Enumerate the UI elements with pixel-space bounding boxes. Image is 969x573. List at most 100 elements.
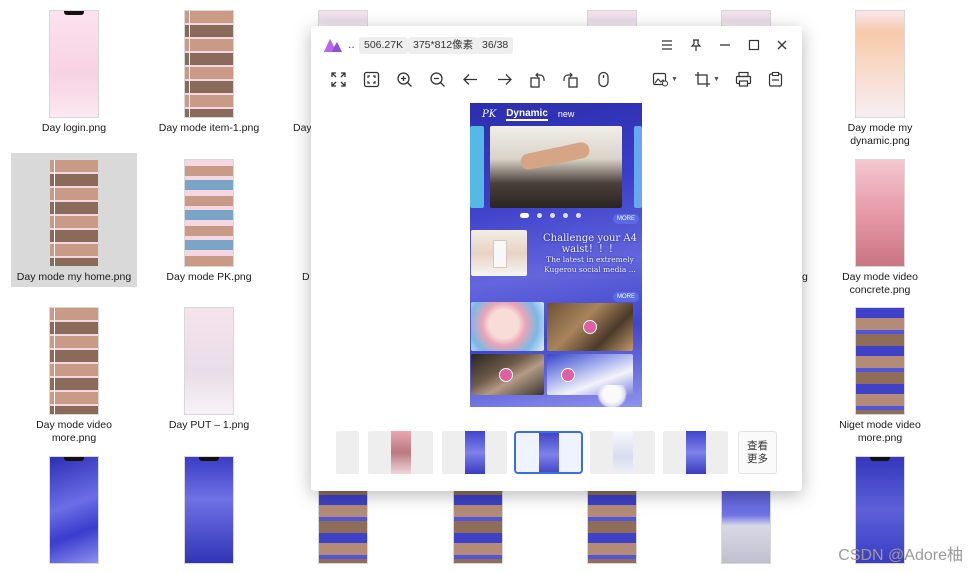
file-name: Day mode item-1.png xyxy=(158,122,260,134)
file-thumbnail xyxy=(184,10,234,118)
previous-button[interactable] xyxy=(459,68,481,90)
strip-thumbnail-image xyxy=(538,433,559,472)
chevron-down-icon: ▼ xyxy=(671,75,678,83)
image-viewer-window: .. 506.27K 375*812像素 36/38 ▼ ▼ PK Dynami… xyxy=(311,26,802,491)
print-button[interactable] xyxy=(732,68,754,90)
file-name: Day mode video more.png xyxy=(36,419,112,444)
title-ellipsis: .. xyxy=(348,37,355,51)
chevron-down-icon: ▼ xyxy=(713,75,720,83)
play-icon xyxy=(499,368,513,382)
strip-thumbnail-image xyxy=(612,431,633,474)
image-grid-photo xyxy=(471,354,544,395)
image-pager-dots xyxy=(510,211,590,219)
file-name: Day mode PK.png xyxy=(166,271,252,283)
file-tile[interactable]: Niget mode video more.png xyxy=(817,301,943,447)
zoom-in-button[interactable] xyxy=(393,68,415,90)
file-thumbnail xyxy=(49,456,99,564)
file-thumbnail xyxy=(855,307,905,415)
close-button[interactable] xyxy=(773,36,791,54)
file-thumbnail xyxy=(49,159,99,267)
file-thumbnail xyxy=(855,159,905,267)
strip-thumbnail[interactable] xyxy=(663,431,728,474)
crop-icon xyxy=(695,71,711,87)
file-tile[interactable]: Day login.png xyxy=(11,4,137,150)
zoom-out-icon xyxy=(429,71,445,87)
file-name: Day mode video concrete.png xyxy=(842,271,918,296)
dimensions-badge: 375*812像素 xyxy=(408,37,479,54)
app-logo-icon xyxy=(324,39,342,52)
viewer-toolbar: ▼ ▼ xyxy=(311,66,802,94)
image-more-tag: MORE xyxy=(613,292,639,302)
fit-window-button[interactable] xyxy=(360,68,382,90)
crop-dropdown[interactable]: ▼ xyxy=(693,68,721,90)
image-promo-line: The latest in extremely xyxy=(546,255,634,264)
file-name: Day PUT – 1.png xyxy=(168,419,250,431)
file-tile[interactable]: Day mode PK.png xyxy=(146,153,272,299)
watermark-text: CSDN @Adore柚 xyxy=(838,547,963,564)
strip-thumbnail[interactable] xyxy=(368,431,433,474)
rotate-left-button[interactable] xyxy=(526,68,548,90)
image-decoration xyxy=(595,385,629,407)
fullscreen-icon xyxy=(330,71,346,87)
minimize-button[interactable] xyxy=(716,36,734,54)
strip-thumbnail-active[interactable] xyxy=(514,431,583,474)
arrow-right-icon xyxy=(497,73,512,85)
file-tile[interactable]: Day PUT – 1.png xyxy=(146,301,272,447)
zoom-in-icon xyxy=(396,71,412,87)
rotate-right-icon xyxy=(562,72,578,88)
menu-button[interactable] xyxy=(658,36,676,54)
image-promo-title: waist！！！ xyxy=(561,244,619,255)
pin-button[interactable] xyxy=(687,36,705,54)
maximize-icon xyxy=(748,39,760,51)
image-grid-photo xyxy=(471,302,544,351)
image-tab-new: new xyxy=(557,109,575,119)
strip-thumbnail[interactable] xyxy=(336,431,359,474)
displayed-image[interactable]: PK Dynamic new MORE Challenge your A4 wa… xyxy=(470,103,642,407)
file-tile-selected[interactable]: Day mode my home.png xyxy=(11,153,137,287)
image-options-dropdown[interactable]: ▼ xyxy=(651,68,679,90)
next-button[interactable] xyxy=(493,68,515,90)
file-tile[interactable] xyxy=(146,450,272,573)
strip-thumbnail-image xyxy=(464,431,485,474)
pin-icon xyxy=(690,39,702,51)
file-thumbnail xyxy=(49,10,99,118)
file-name-partial: Day xyxy=(293,122,312,134)
file-tile[interactable] xyxy=(11,450,137,573)
file-name: Day login.png xyxy=(41,122,107,134)
file-tile[interactable]: Day mode item-1.png xyxy=(146,4,272,150)
minimize-icon xyxy=(720,44,730,46)
file-tile[interactable] xyxy=(683,4,809,28)
file-tile[interactable] xyxy=(549,4,675,28)
file-thumbnail xyxy=(184,307,234,415)
file-name: Day mode my dynamic.png xyxy=(847,122,913,147)
view-more-label: 查看 xyxy=(747,439,768,452)
image-carousel-main xyxy=(490,126,622,208)
rotate-left-icon xyxy=(529,72,545,88)
file-tile[interactable] xyxy=(280,4,406,28)
file-tile[interactable]: Day mode my dynamic.png xyxy=(817,4,943,150)
image-promo-title: Challenge your A4 xyxy=(543,233,637,244)
file-name-partial: D xyxy=(302,271,310,283)
rotate-right-button[interactable] xyxy=(559,68,581,90)
fullscreen-button[interactable] xyxy=(327,68,349,90)
file-name: Day mode my home.png xyxy=(16,271,132,283)
mouse-mode-button[interactable] xyxy=(592,68,614,90)
image-tab-dynamic: Dynamic xyxy=(506,107,548,121)
printer-icon xyxy=(735,71,751,87)
file-tile[interactable]: Day mode video concrete.png xyxy=(817,153,943,299)
strip-thumbnail[interactable] xyxy=(590,431,655,474)
save-button[interactable] xyxy=(764,68,786,90)
zoom-out-button[interactable] xyxy=(426,68,448,90)
arrow-left-icon xyxy=(462,73,477,85)
maximize-button[interactable] xyxy=(745,36,763,54)
mouse-icon xyxy=(597,71,609,87)
file-thumbnail xyxy=(49,307,99,415)
position-badge: 36/38 xyxy=(477,37,514,54)
file-tile[interactable]: Day mode video more.png xyxy=(11,301,137,447)
title-bar[interactable]: .. 506.27K 375*812像素 36/38 xyxy=(311,26,802,64)
clipboard-save-icon xyxy=(768,71,782,87)
strip-thumbnail[interactable] xyxy=(442,431,507,474)
file-thumbnail xyxy=(855,10,905,118)
view-more-button[interactable]: 查看 更多 xyxy=(738,431,777,474)
view-more-label: 更多 xyxy=(747,452,768,465)
